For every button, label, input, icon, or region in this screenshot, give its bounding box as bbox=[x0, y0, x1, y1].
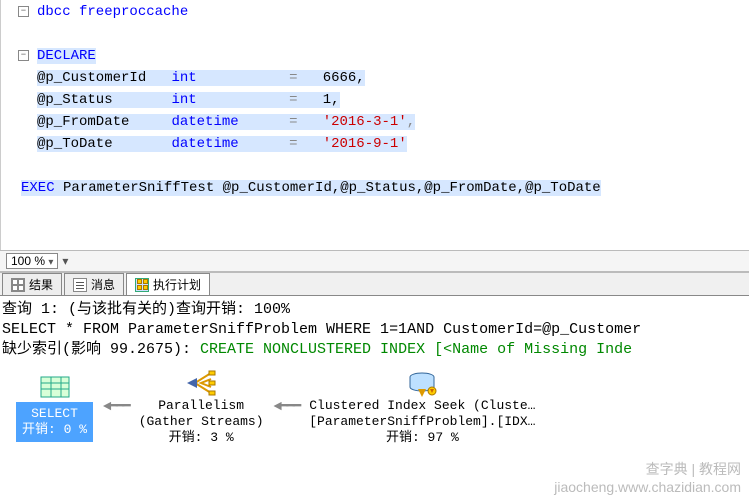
tab-label: 消息 bbox=[91, 276, 115, 293]
query-sql-line: SELECT * FROM ParameterSniffProblem WHER… bbox=[2, 320, 747, 340]
watermark: 查字典 | 教程网 jiaocheng.www.chazidian.com bbox=[554, 459, 741, 495]
results-tabs: 结果 消息 执行计划 bbox=[0, 272, 749, 296]
tab-label: 结果 bbox=[29, 276, 53, 293]
fold-toggle-1[interactable]: − bbox=[18, 6, 29, 17]
tab-messages[interactable]: 消息 bbox=[64, 273, 124, 295]
plan-node-select[interactable]: SELECT 开销: 0 % bbox=[16, 372, 93, 442]
missing-index-line: 缺少索引(影响 99.2675): CREATE NONCLUSTERED IN… bbox=[2, 340, 747, 360]
tab-results[interactable]: 结果 bbox=[2, 273, 62, 295]
code-text bbox=[1, 26, 749, 48]
chevron-down-icon: ▾ bbox=[48, 257, 53, 268]
tab-label: 执行计划 bbox=[153, 276, 201, 293]
select-result-icon bbox=[37, 373, 73, 401]
plan-graph: SELECT 开销: 0 % ◄━━━ Parallelism (Gather … bbox=[2, 360, 747, 454]
plan-node-parallelism[interactable]: Parallelism (Gather Streams) 开销: 3 % bbox=[139, 368, 264, 446]
parallelism-icon bbox=[183, 369, 219, 397]
plan-arrow-icon: ◄━━━ bbox=[274, 397, 300, 417]
zoom-combo[interactable]: 100 % ▾ bbox=[6, 253, 58, 269]
code-text: dbcc freeproccache bbox=[37, 4, 188, 20]
plan-icon bbox=[135, 278, 149, 292]
zoom-dash-icon: ▾ bbox=[62, 254, 68, 268]
plan-arrow-icon: ◄━━━ bbox=[103, 397, 129, 417]
clustered-index-seek-icon bbox=[404, 369, 440, 397]
code-text: DECLARE bbox=[37, 48, 96, 64]
fold-toggle-2[interactable]: − bbox=[18, 50, 29, 61]
plan-node-index-seek[interactable]: Clustered Index Seek (Cluste… [Parameter… bbox=[309, 368, 535, 446]
sql-editor-pane[interactable]: −dbcc freeproccache −DECLARE @p_Customer… bbox=[0, 0, 749, 250]
zoom-bar: 100 % ▾ ▾ bbox=[0, 250, 749, 272]
query-cost-line: 查询 1: (与该批有关的)查询开销: 100% bbox=[2, 300, 747, 320]
tab-execution-plan[interactable]: 执行计划 bbox=[126, 273, 210, 295]
grid-icon bbox=[11, 278, 25, 292]
messages-icon bbox=[73, 278, 87, 292]
execution-plan-pane[interactable]: 查询 1: (与该批有关的)查询开销: 100% SELECT * FROM P… bbox=[0, 296, 749, 458]
